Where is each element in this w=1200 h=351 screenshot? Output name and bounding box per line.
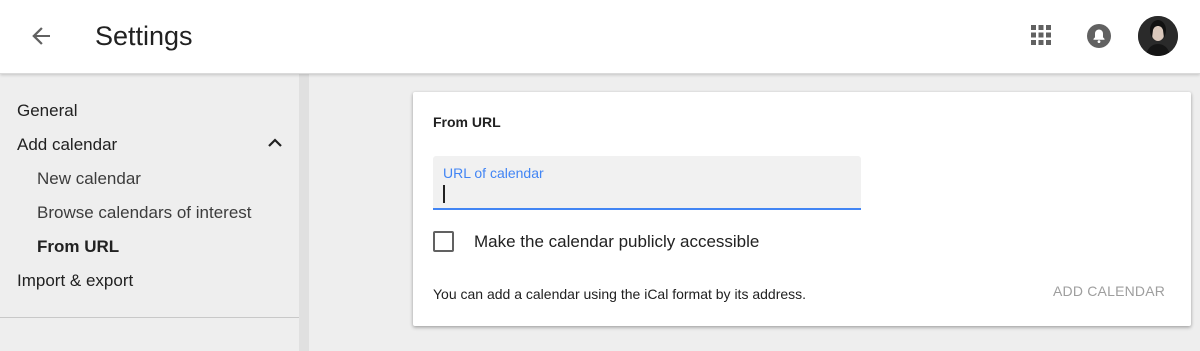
ical-help-text: You can add a calendar using the iCal fo… [433, 286, 807, 302]
avatar-photo [1138, 16, 1178, 56]
public-access-checkbox[interactable] [433, 231, 454, 252]
sidebar-item-import-export[interactable]: Import & export [17, 270, 133, 292]
sidebar-item-browse-calendars[interactable]: Browse calendars of interest [37, 202, 252, 224]
from-url-card: From URL URL of calendar Make the calend… [413, 92, 1191, 326]
public-access-label[interactable]: Make the calendar publicly accessible [474, 232, 759, 252]
sidebar-item-new-calendar[interactable]: New calendar [37, 168, 141, 190]
apps-grid-icon [1031, 25, 1051, 45]
user-avatar[interactable] [1138, 16, 1178, 56]
text-cursor [443, 185, 445, 203]
sidebar-divider [299, 74, 309, 351]
page-title: Settings [95, 21, 193, 51]
chevron-up-icon[interactable] [266, 136, 284, 150]
sidebar-item-general[interactable]: General [17, 100, 77, 122]
app-header: Settings [0, 0, 1200, 74]
notifications-bell-icon [1087, 24, 1111, 48]
url-of-calendar-field[interactable]: URL of calendar [433, 156, 861, 210]
card-title: From URL [433, 114, 501, 130]
url-field-label: URL of calendar [443, 165, 544, 181]
add-calendar-button[interactable]: ADD CALENDAR [1053, 283, 1165, 299]
arrow-back-icon [32, 27, 50, 45]
sidebar-item-from-url[interactable]: From URL [37, 236, 119, 258]
notifications-button[interactable] [1086, 23, 1112, 49]
sidebar-item-add-calendar[interactable]: Add calendar [17, 134, 117, 156]
back-button[interactable] [26, 20, 58, 52]
apps-button[interactable] [1028, 22, 1054, 48]
sidebar-separator [0, 317, 299, 318]
